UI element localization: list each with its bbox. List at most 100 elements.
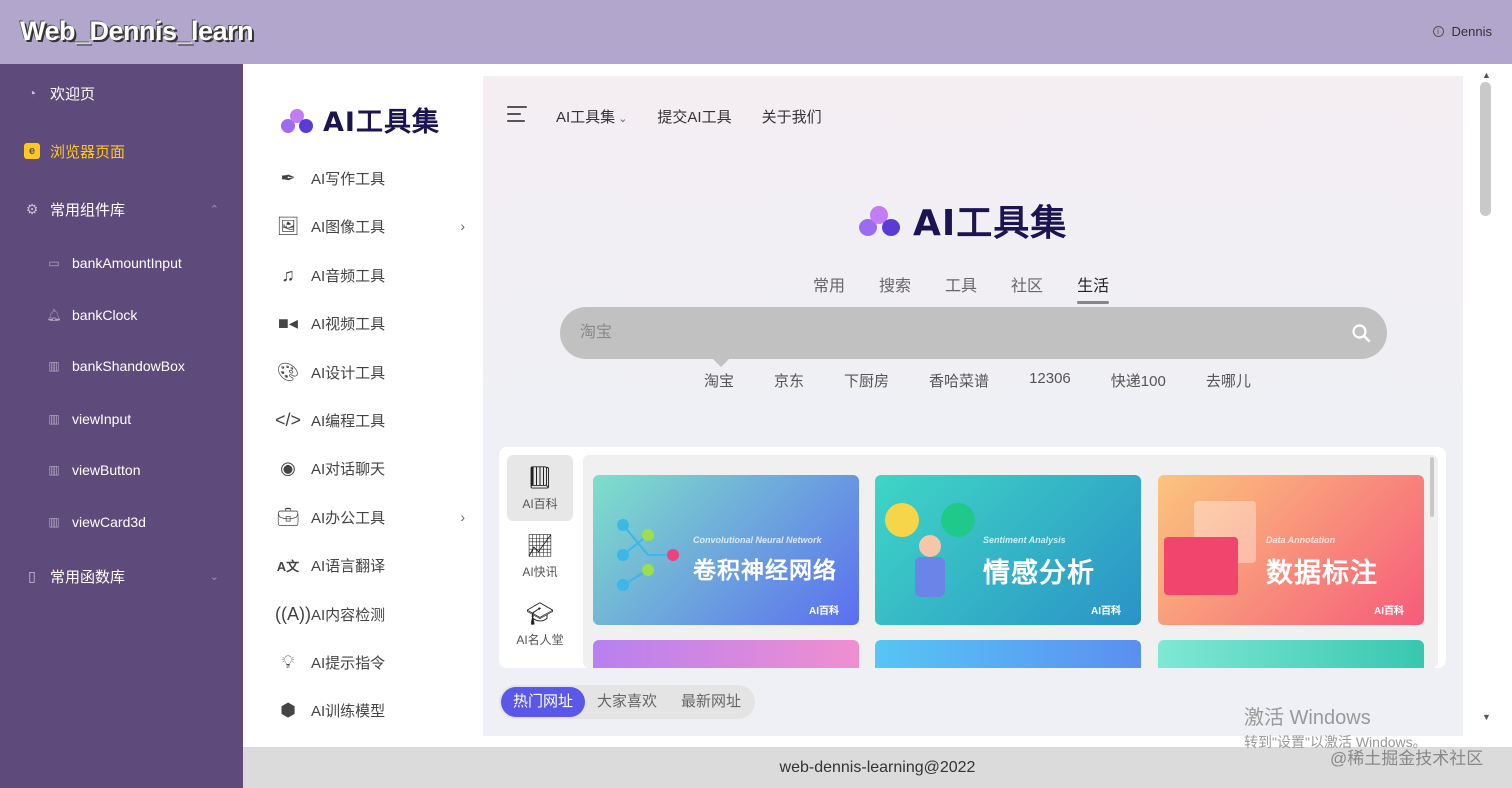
embedded-page: AI工具集 ✒ AI写作工具 🖼︎ AI图像工具 › ♫ AI音频工具 ■◂ A… xyxy=(255,76,1463,736)
scroll-down-icon[interactable]: ▼ xyxy=(1482,712,1491,722)
sidebar-item-label: 常用组件库 xyxy=(50,201,126,219)
logo-icon xyxy=(859,204,905,236)
feather-icon: ✒ xyxy=(280,167,296,188)
card-badge: AI百科 xyxy=(809,606,839,617)
nav-ai-audio[interactable]: ♫ AI音频工具 xyxy=(275,255,475,295)
dashboard-icon: ◔ xyxy=(27,85,37,101)
category-ai-fame[interactable]: 🎓︎ AI名人堂 xyxy=(507,591,573,657)
sidebar-subitem-bankclock[interactable]: 🔔︎ bankClock xyxy=(0,295,243,335)
sidebar-subitem-viewinput[interactable]: ▥ viewInput xyxy=(0,399,243,439)
quick-link[interactable]: 香哈菜谱 xyxy=(929,370,989,391)
tab-hot-sites[interactable]: 热门网址 xyxy=(501,687,586,717)
palette-icon: 🎨︎ xyxy=(276,361,300,382)
card-sentiment[interactable]: Sentiment Analysis 情感分析 AI百科 xyxy=(875,475,1141,625)
sidebar-subitem-label: bankAmountInput xyxy=(72,255,182,271)
card-scrollbar[interactable] xyxy=(1430,457,1434,517)
nav-label: AI图像工具 xyxy=(311,218,386,236)
category-ai-wiki[interactable]: 📕︎ AI百科 xyxy=(507,455,573,521)
nav-ai-prompt[interactable]: 💡︎ AI提示指令 xyxy=(275,642,475,682)
user-menu[interactable]: i Dennis xyxy=(1432,24,1492,39)
quick-link[interactable]: 去哪儿 xyxy=(1206,370,1251,391)
footer: web-dennis-learning@2022 xyxy=(243,747,1512,788)
tab-community[interactable]: 社区 xyxy=(1011,272,1043,296)
id-card-icon xyxy=(1164,537,1238,595)
sidebar-subitem-viewcard3d[interactable]: ▥ viewCard3d xyxy=(0,502,243,542)
tab-newest[interactable]: 最新网址 xyxy=(669,687,753,717)
tool-category-nav: AI工具集 ✒ AI写作工具 🖼︎ AI图像工具 › ♫ AI音频工具 ■◂ A… xyxy=(255,76,483,736)
top-menu-about[interactable]: 关于我们 xyxy=(762,106,822,127)
site-logo[interactable]: AI工具集 xyxy=(281,100,440,139)
category-list: 📕︎ AI百科 📈︎ AI快讯 🎓︎ AI名人堂 xyxy=(507,455,575,659)
chevron-right-icon: › xyxy=(460,509,465,525)
top-menu-tools[interactable]: AI工具集 xyxy=(556,106,627,127)
card-partial[interactable] xyxy=(875,640,1141,668)
nav-ai-coding[interactable]: </> AI编程工具 xyxy=(275,400,475,440)
browser-icon: e xyxy=(24,143,40,159)
nav-ai-design[interactable]: 🎨︎ AI设计工具 xyxy=(275,352,475,392)
nav-ai-training[interactable]: ⬢ AI训练模型 xyxy=(275,690,475,730)
tab-tools[interactable]: 工具 xyxy=(945,272,977,296)
quick-link[interactable]: 快递100 xyxy=(1111,370,1166,391)
tab-common[interactable]: 常用 xyxy=(813,272,845,296)
nav-ai-video[interactable]: ■◂ AI视频工具 xyxy=(275,303,475,343)
tab-life[interactable]: 生活 xyxy=(1077,272,1110,304)
quick-link[interactable]: 京东 xyxy=(774,370,804,391)
quick-links: 淘宝 京东 下厨房 香哈菜谱 12306 快递100 去哪儿 xyxy=(704,370,1291,391)
nav-label: AI训练模型 xyxy=(311,702,386,720)
hero-logo: AI工具集 xyxy=(859,194,1067,246)
lightbulb-icon: 💡︎ xyxy=(281,651,295,672)
sad-face-icon xyxy=(941,503,975,537)
card-partial[interactable] xyxy=(1158,640,1424,668)
menu-toggle-icon[interactable] xyxy=(507,106,527,122)
scroll-thumb[interactable] xyxy=(1480,82,1491,216)
sidebar-subitem-viewbutton[interactable]: ▥ viewButton xyxy=(0,450,243,490)
top-menu-submit[interactable]: 提交AI工具 xyxy=(657,106,731,127)
sidebar-item-functions[interactable]: ▯ 常用函数库 ⌄ xyxy=(0,556,243,596)
card-annotation[interactable]: Data Annotation 数据标注 AI百科 xyxy=(1158,475,1424,625)
sidebar-subitem-bankamountinput[interactable]: ▭ bankAmountInput xyxy=(0,243,243,283)
watermark: @稀土掘金技术社区 xyxy=(1330,749,1484,768)
book-icon: ▯ xyxy=(28,567,36,584)
chevron-up-icon: ⌃ xyxy=(209,203,219,216)
quick-link[interactable]: 12306 xyxy=(1029,370,1071,391)
happy-face-icon xyxy=(885,503,919,537)
nav-ai-chat[interactable]: ◉ AI对话聊天 xyxy=(275,448,475,488)
category-label: AI百科 xyxy=(522,496,558,511)
search-input[interactable] xyxy=(580,307,1320,359)
app-brand: Web_Dennis_learn xyxy=(20,16,254,46)
page-scrollbar[interactable]: ▲ ▼ xyxy=(1477,64,1497,734)
card-en-title: Convolutional Neural Network xyxy=(693,535,822,545)
scroll-up-icon[interactable]: ▲ xyxy=(1482,70,1491,80)
category-ai-news[interactable]: 📈︎ AI快讯 xyxy=(507,523,573,589)
cubes-icon: ⬢ xyxy=(280,699,296,720)
card-cnn[interactable]: Convolutional Neural Network 卷积神经网络 AI百科 xyxy=(593,475,859,625)
nav-label: AI办公工具 xyxy=(311,509,386,527)
nav-label: AI内容检测 xyxy=(311,606,386,624)
bars-icon: ▥ xyxy=(48,412,60,426)
card-partial[interactable] xyxy=(593,640,859,668)
nav-ai-detect[interactable]: ((A)) AI内容检测 xyxy=(275,594,475,634)
nav-label: AI视频工具 xyxy=(311,315,386,333)
sidebar-item-welcome[interactable]: ◔ 欢迎页 xyxy=(0,73,243,113)
quick-link[interactable]: 淘宝 xyxy=(704,370,734,391)
tab-search[interactable]: 搜索 xyxy=(879,272,911,296)
briefcase-icon: 💼︎ xyxy=(276,506,300,527)
nav-ai-translate[interactable]: A文 AI语言翻译 xyxy=(275,545,475,585)
bars-icon: ▥ xyxy=(48,463,60,477)
nav-ai-image[interactable]: 🖼︎ AI图像工具 › xyxy=(275,206,475,246)
nav-ai-writing[interactable]: ✒ AI写作工具 xyxy=(275,158,475,198)
sidebar-item-browser[interactable]: e 浏览器页面 xyxy=(0,131,243,171)
translate-icon: A文 xyxy=(276,558,300,574)
nav-label: AI编程工具 xyxy=(311,412,386,430)
sidebar-subitem-bankshandowbox[interactable]: ▥ bankShandowBox xyxy=(0,346,243,386)
tab-favorites[interactable]: 大家喜欢 xyxy=(585,687,669,717)
quick-link[interactable]: 下厨房 xyxy=(844,370,889,391)
nav-ai-office[interactable]: 💼︎ AI办公工具 › xyxy=(275,497,475,537)
search-icon[interactable] xyxy=(1351,323,1371,343)
bars-icon: ▥ xyxy=(48,359,60,373)
nav-label: AI写作工具 xyxy=(311,170,386,188)
sidebar-item-components[interactable]: ⚙ 常用组件库 ⌃ xyxy=(0,189,243,229)
category-label: AI快讯 xyxy=(522,564,558,579)
sidebar-subitem-label: viewCard3d xyxy=(72,514,146,530)
active-link-caret xyxy=(712,358,730,367)
